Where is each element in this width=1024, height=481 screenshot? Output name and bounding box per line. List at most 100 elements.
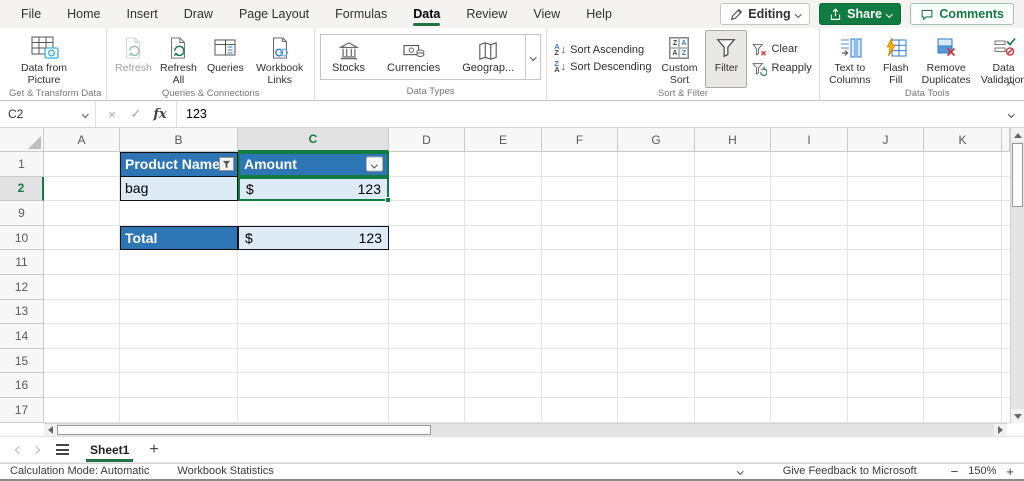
cell[interactable] — [542, 349, 618, 374]
cell[interactable] — [44, 398, 120, 423]
cell[interactable] — [848, 275, 924, 300]
cell[interactable] — [542, 398, 618, 423]
sort-descending-button[interactable]: ZA↓ Sort Descending — [554, 61, 651, 74]
cell[interactable] — [695, 226, 771, 251]
cell[interactable] — [924, 349, 1002, 374]
row-header-16[interactable]: 16 — [0, 373, 44, 398]
data-from-picture-button[interactable]: Data from Picture — [9, 30, 79, 88]
cell-C2-selected-amount[interactable]: $ 123 — [238, 177, 389, 202]
cell[interactable] — [771, 300, 848, 325]
expand-formula-bar-button[interactable] — [998, 101, 1024, 127]
collapse-ribbon-button[interactable] — [1008, 75, 1014, 93]
cell[interactable] — [771, 349, 848, 374]
cell[interactable] — [618, 250, 695, 275]
column-header-h[interactable]: H — [695, 128, 771, 152]
cell[interactable] — [848, 373, 924, 398]
cell[interactable] — [618, 324, 695, 349]
cell[interactable] — [238, 324, 389, 349]
reapply-filter-button[interactable]: Reapply — [751, 61, 811, 76]
cell[interactable] — [695, 398, 771, 423]
cell[interactable] — [542, 226, 618, 251]
previous-sheet-arrow[interactable] — [10, 447, 27, 453]
menu-tab-insert[interactable]: Insert — [114, 0, 171, 28]
remove-duplicates-button[interactable]: Remove Duplicates — [917, 30, 976, 88]
cell[interactable] — [389, 177, 465, 202]
column-header-d[interactable]: D — [389, 128, 465, 152]
custom-sort-button[interactable]: ZAAZ Custom Sort — [655, 30, 703, 88]
cell[interactable] — [618, 349, 695, 374]
cell[interactable] — [542, 177, 618, 202]
cell[interactable] — [771, 177, 848, 202]
scroll-up-arrow[interactable] — [1011, 128, 1024, 142]
row-header-9[interactable]: 9 — [0, 201, 44, 226]
menu-tab-help[interactable]: Help — [573, 0, 625, 28]
cell[interactable] — [771, 324, 848, 349]
cell[interactable] — [695, 324, 771, 349]
cell[interactable] — [924, 300, 1002, 325]
cell[interactable] — [238, 349, 389, 374]
filter-applied-icon[interactable] — [219, 157, 234, 171]
cell[interactable] — [924, 324, 1002, 349]
cell[interactable] — [120, 201, 238, 226]
cell[interactable] — [695, 349, 771, 374]
cell[interactable] — [924, 275, 1002, 300]
cell[interactable] — [120, 300, 238, 325]
cell[interactable] — [465, 177, 542, 202]
cell[interactable] — [618, 177, 695, 202]
cell[interactable] — [542, 324, 618, 349]
cell[interactable] — [465, 300, 542, 325]
stocks-button[interactable]: Stocks — [321, 35, 376, 79]
formula-input[interactable]: 123 — [177, 101, 998, 127]
geography-button[interactable]: Geograp... — [451, 35, 525, 79]
cell[interactable] — [44, 275, 120, 300]
cell[interactable] — [924, 177, 1002, 202]
cell[interactable] — [695, 201, 771, 226]
cell-C1-amount-header[interactable]: Amount — [238, 152, 389, 177]
cell[interactable] — [542, 152, 618, 177]
cell[interactable] — [771, 250, 848, 275]
cell[interactable] — [389, 398, 465, 423]
cell[interactable] — [618, 373, 695, 398]
filter-dropdown-icon[interactable] — [366, 157, 383, 172]
cell[interactable] — [771, 398, 848, 423]
cell-C10-total-amount[interactable]: $ 123 — [238, 226, 389, 251]
cell[interactable] — [389, 250, 465, 275]
cell[interactable] — [542, 300, 618, 325]
cell[interactable] — [848, 300, 924, 325]
cell[interactable] — [771, 226, 848, 251]
cell[interactable] — [120, 349, 238, 374]
column-header-k[interactable]: K — [924, 128, 1002, 152]
cell[interactable] — [848, 152, 924, 177]
cell[interactable] — [44, 201, 120, 226]
cell[interactable] — [771, 373, 848, 398]
cell[interactable] — [238, 300, 389, 325]
refresh-button[interactable]: Refresh — [112, 30, 154, 88]
data-types-more-button[interactable] — [525, 35, 540, 79]
cell[interactable] — [238, 250, 389, 275]
cell[interactable] — [924, 373, 1002, 398]
status-bar-chevron-icon[interactable] — [737, 468, 743, 474]
cell[interactable] — [848, 324, 924, 349]
cell-A10[interactable] — [44, 226, 120, 251]
cell[interactable] — [924, 250, 1002, 275]
name-box[interactable]: C2 — [0, 101, 96, 127]
cell[interactable] — [771, 201, 848, 226]
row-header-13[interactable]: 13 — [0, 300, 44, 325]
vertical-scrollbar-thumb[interactable] — [1012, 143, 1023, 207]
cell[interactable] — [120, 250, 238, 275]
cell[interactable] — [695, 177, 771, 202]
cell[interactable] — [44, 324, 120, 349]
cell[interactable] — [542, 275, 618, 300]
cell[interactable] — [389, 300, 465, 325]
menu-tab-data-active[interactable]: Data — [400, 0, 453, 28]
currencies-button[interactable]: Currencies — [376, 35, 451, 79]
sort-ascending-button[interactable]: AZ↓ Sort Ascending — [554, 44, 651, 57]
row-header-12[interactable]: 12 — [0, 275, 44, 300]
column-header-g[interactable]: G — [618, 128, 695, 152]
cell[interactable] — [44, 373, 120, 398]
row-header-2-selected[interactable]: 2 — [0, 177, 44, 202]
cell[interactable] — [848, 250, 924, 275]
horizontal-scrollbar[interactable] — [44, 423, 1007, 436]
text-to-columns-button[interactable]: Text to Columns — [825, 30, 875, 88]
cell-B10-total-label[interactable]: Total — [120, 226, 238, 251]
